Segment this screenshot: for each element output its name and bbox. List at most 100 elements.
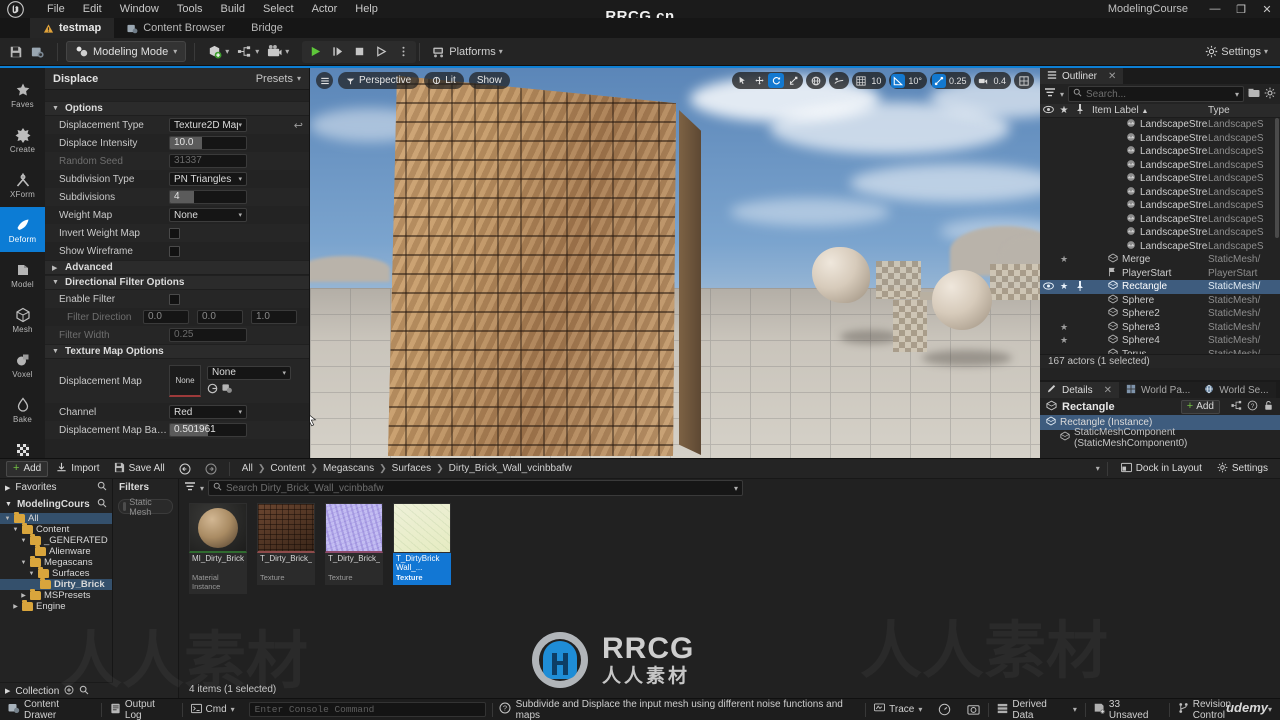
play-icon[interactable]	[304, 41, 326, 63]
search-icon[interactable]	[97, 481, 107, 494]
component-row-staticmesh[interactable]: StaticMeshComponent (StaticMeshComponent…	[1040, 427, 1280, 449]
browse-content-icon[interactable]	[27, 41, 49, 63]
tree-item-alienware[interactable]: Alienware	[0, 545, 112, 557]
save-icon[interactable]	[5, 41, 27, 63]
tab-details[interactable]: Details ✕	[1040, 382, 1119, 398]
breadcrumb-all[interactable]: All	[242, 463, 253, 474]
collections-footer[interactable]: ▶ Collection	[0, 682, 113, 699]
menu-item-help[interactable]: Help	[346, 1, 387, 17]
table-row[interactable]: LandscapeStreaminglLandscapeS	[1040, 172, 1280, 186]
eject-icon[interactable]	[370, 41, 392, 63]
performance-icon[interactable]	[930, 700, 959, 720]
content-browser-settings-button[interactable]: Settings	[1211, 461, 1274, 477]
reset-to-default-icon[interactable]: ↩	[294, 119, 303, 132]
rectangle-brick-wall-mesh[interactable]	[388, 75, 676, 456]
table-row[interactable]: TorusStaticMesh/	[1040, 348, 1280, 354]
enable-filter-checkbox[interactable]	[169, 293, 180, 305]
menu-item-actor[interactable]: Actor	[303, 1, 347, 17]
chevron-down-icon[interactable]: ▾	[200, 484, 204, 493]
section-directional-filter[interactable]: ▼ Directional Filter Options	[45, 275, 309, 290]
item-label-column[interactable]: Item Label ▲	[1088, 105, 1208, 116]
filter-direction-y[interactable]: 0.0	[197, 310, 243, 324]
grid-snap-control[interactable]: 10	[852, 72, 887, 89]
derived-data-button[interactable]: Derived Data ▾	[989, 699, 1085, 720]
viewport-show-dropdown[interactable]: Show	[468, 72, 510, 89]
save-all-button[interactable]: Save All	[108, 461, 171, 477]
table-row[interactable]: PlayerStart PlayerStart	[1040, 267, 1280, 281]
table-row-selected[interactable]: ★ Rectangle StaticMesh/	[1040, 280, 1280, 294]
surface-snap-icon[interactable]	[831, 73, 847, 88]
section-advanced[interactable]: ▶ Advanced	[45, 260, 309, 275]
use-selected-asset-icon[interactable]	[207, 383, 218, 397]
displacement-type-dropdown[interactable]: Texture2D Map ▾	[169, 118, 247, 132]
content-drawer-button[interactable]: Content Drawer	[0, 699, 101, 720]
table-row[interactable]: LandscapeStreaminglLandscapeS	[1040, 199, 1280, 213]
close-button[interactable]: ✕	[1254, 0, 1280, 18]
menu-item-file[interactable]: File	[38, 1, 74, 17]
table-row[interactable]: Sphere StaticMesh/	[1040, 294, 1280, 308]
close-icon[interactable]: ✕	[1108, 71, 1116, 82]
world-coords-icon[interactable]	[808, 73, 824, 88]
presets-dropdown[interactable]: Presets ▾	[256, 73, 301, 85]
outliner-list[interactable]: LandscapeStreaminglLandscapeS LandscapeS…	[1040, 118, 1280, 354]
filter-direction-z[interactable]: 1.0	[251, 310, 297, 324]
breadcrumb-megascans[interactable]: Megascans	[323, 463, 374, 474]
tree-item-dirty-brick[interactable]: Dirty_Brick	[0, 578, 112, 590]
tree-item-megascans[interactable]: ▼ Megascans	[0, 556, 112, 568]
filter-direction-x[interactable]: 0.0	[143, 310, 189, 324]
filter-width-input[interactable]: 0.25	[169, 328, 247, 342]
table-row[interactable]: LandscapeStreaminglLandscapeS	[1040, 145, 1280, 159]
breadcrumb-content[interactable]: Content	[270, 463, 305, 474]
settings-button[interactable]: Settings ▾	[1201, 41, 1272, 63]
blueprints-icon[interactable]: ▾	[233, 41, 263, 63]
displace-intensity-slider[interactable]: 10.0	[169, 136, 247, 150]
asset-tile-selected[interactable]: T_DirtyBrick Wall_... Texture	[393, 503, 451, 594]
table-row[interactable]: LandscapeStreaminglLandscapeS	[1040, 118, 1280, 132]
output-log-button[interactable]: Output Log	[102, 699, 182, 720]
subdivision-type-dropdown[interactable]: PN Triangles ▾	[169, 172, 247, 186]
back-navigation-icon[interactable]	[173, 461, 197, 477]
tab-world-settings[interactable]: World Se...	[1197, 382, 1276, 398]
tree-item-mspresets[interactable]: ▶ MSPresets	[0, 589, 112, 601]
lock-icon[interactable]	[1263, 400, 1274, 414]
cmd-dropdown[interactable]: Cmd ▾	[183, 700, 243, 720]
asset-tile[interactable]: MI_Dirty_Brick_Wall_... Material Instanc…	[189, 503, 247, 594]
outliner-search-input[interactable]: Search... ▾	[1068, 86, 1244, 102]
screenshot-icon[interactable]	[959, 700, 988, 720]
camera-speed-control[interactable]: 0.4	[974, 72, 1011, 89]
breadcrumb-current[interactable]: Dirty_Brick_Wall_vcinbbafw	[449, 463, 572, 474]
minimize-button[interactable]: —	[1202, 0, 1228, 18]
import-button[interactable]: Import	[50, 461, 105, 477]
menu-item-edit[interactable]: Edit	[74, 1, 111, 17]
mode-tab-voxel[interactable]: Voxel	[0, 342, 45, 387]
tree-item-generated[interactable]: ▼ _GENERATED	[0, 534, 112, 546]
table-row[interactable]: LandscapeStreaminglLandscapeS	[1040, 213, 1280, 227]
trace-button[interactable]: Trace ▾	[866, 700, 930, 720]
table-row[interactable]: LandscapeStreaminglLandscapeS	[1040, 240, 1280, 254]
channel-dropdown[interactable]: Red ▾	[169, 405, 247, 419]
add-actor-icon[interactable]: ▾	[203, 41, 233, 63]
viewport-menu-icon[interactable]	[316, 72, 333, 89]
new-folder-icon[interactable]	[1248, 87, 1260, 102]
maximize-button[interactable]: ❐	[1228, 0, 1254, 18]
tab-content-browser[interactable]: Content Browser	[114, 18, 238, 38]
filter-icon[interactable]	[1044, 87, 1056, 102]
maximize-viewport-icon[interactable]	[1016, 73, 1032, 88]
displacement-base-slider[interactable]: 0.501961	[169, 423, 247, 437]
tree-item-content[interactable]: ▼ Content	[0, 523, 112, 535]
console-command-input[interactable]: Enter Console Command	[248, 702, 486, 717]
table-row[interactable]: LandscapeStreaminglLandscapeS	[1040, 159, 1280, 173]
unsaved-button[interactable]: 33 Unsaved	[1086, 699, 1169, 720]
chevron-down-icon[interactable]: ▾	[1096, 464, 1100, 473]
table-row[interactable]: LandscapeStreaminglLandscapeS	[1040, 186, 1280, 200]
search-icon[interactable]	[97, 498, 107, 511]
chevron-down-icon[interactable]: ▾	[1060, 90, 1064, 99]
tree-item-surfaces[interactable]: ▼ Surfaces	[0, 567, 112, 579]
mode-tab-mesh[interactable]: Mesh	[0, 297, 45, 342]
mode-tab-model[interactable]: Model	[0, 252, 45, 297]
tab-outliner[interactable]: Outliner ✕	[1040, 68, 1124, 84]
mode-tab-xform[interactable]: XForm	[0, 162, 45, 207]
invert-weight-map-checkbox[interactable]	[169, 227, 180, 239]
subdivisions-slider[interactable]: 4	[169, 190, 247, 204]
stop-icon[interactable]	[348, 41, 370, 63]
